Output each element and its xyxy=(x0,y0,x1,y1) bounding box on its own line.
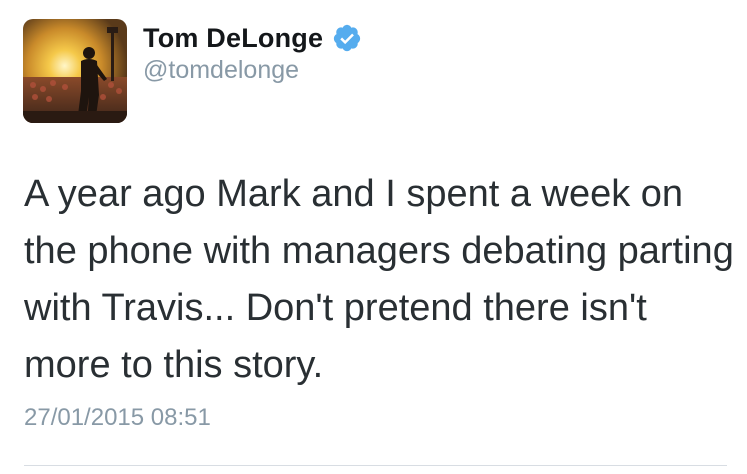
divider xyxy=(24,465,727,466)
display-name[interactable]: Tom DeLonge xyxy=(143,23,323,54)
avatar[interactable] xyxy=(23,19,127,123)
tweet-text: A year ago Mark and I spent a week on th… xyxy=(24,173,734,386)
author-name-row[interactable]: Tom DeLonge xyxy=(143,18,362,58)
tweet-card: Tom DeLonge @tomdelonge A year ago Mark … xyxy=(0,0,747,474)
tweet-timestamp[interactable]: 27/01/2015 08:51 xyxy=(24,404,211,432)
verified-badge-icon xyxy=(332,23,362,53)
user-handle[interactable]: @tomdelonge xyxy=(143,56,299,85)
avatar-image xyxy=(23,19,127,123)
